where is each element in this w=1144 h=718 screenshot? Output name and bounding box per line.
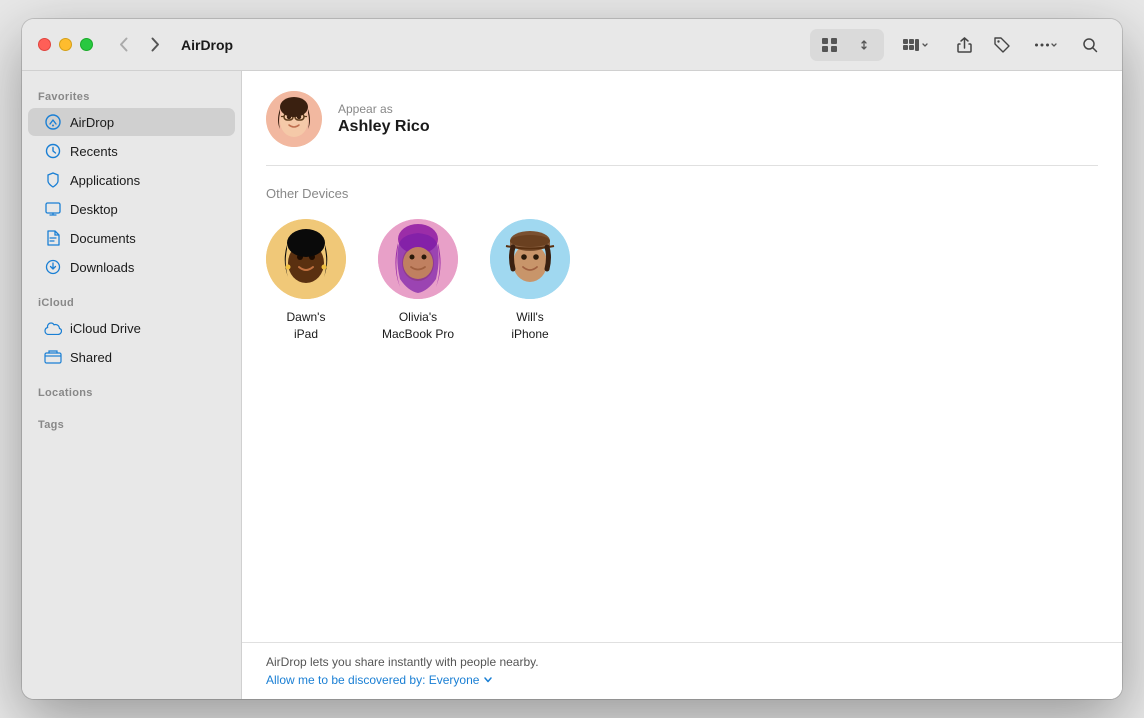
sidebar-item-airdrop-label: AirDrop	[70, 115, 114, 130]
footer-text: AirDrop lets you share instantly with pe…	[266, 655, 1098, 669]
content-area: Favorites AirDrop	[22, 71, 1122, 699]
sidebar-item-recents-label: Recents	[70, 144, 118, 159]
appear-as-text: Appear as Ashley Rico	[338, 102, 430, 136]
group-by-button[interactable]	[890, 31, 942, 59]
sidebar: Favorites AirDrop	[22, 71, 242, 699]
user-display-name: Ashley Rico	[338, 118, 430, 136]
search-button[interactable]	[1074, 31, 1106, 59]
olivias-macbook-avatar	[378, 219, 458, 299]
sidebar-item-downloads[interactable]: Downloads	[28, 253, 235, 281]
toolbar-actions	[810, 29, 1106, 61]
desktop-icon	[44, 200, 62, 218]
applications-icon	[44, 171, 62, 189]
user-avatar	[266, 91, 322, 147]
sidebar-item-icloud-drive[interactable]: iCloud Drive	[28, 314, 235, 342]
sidebar-item-downloads-label: Downloads	[70, 260, 134, 275]
airdrop-icon	[44, 113, 62, 131]
wills-iphone-avatar	[490, 219, 570, 299]
sidebar-section-icloud: iCloud	[22, 289, 241, 313]
olivias-macbook-name: Olivia'sMacBook Pro	[382, 309, 454, 343]
maximize-button[interactable]	[80, 38, 93, 51]
device-item-olivias-macbook[interactable]: Olivia'sMacBook Pro	[378, 219, 458, 343]
dawns-ipad-name: Dawn'siPad	[287, 309, 326, 343]
other-devices-label: Other Devices	[266, 186, 1098, 201]
sidebar-item-shared[interactable]: Shared	[28, 343, 235, 371]
documents-icon	[44, 229, 62, 247]
sidebar-section-tags: Tags	[22, 411, 241, 435]
sidebar-section-locations: Locations	[22, 379, 241, 403]
sidebar-item-shared-label: Shared	[70, 350, 112, 365]
recents-icon	[44, 142, 62, 160]
devices-grid: Dawn'siPad	[266, 219, 1098, 343]
device-item-dawns-ipad[interactable]: Dawn'siPad	[266, 219, 346, 343]
view-toggle-group	[810, 29, 884, 61]
window-title: AirDrop	[181, 37, 233, 53]
sidebar-section-favorites: Favorites	[22, 83, 241, 107]
downloads-icon	[44, 258, 62, 276]
sidebar-item-documents[interactable]: Documents	[28, 224, 235, 252]
dawns-ipad-avatar	[266, 219, 346, 299]
chevron-down-icon	[483, 676, 493, 684]
shared-icon	[44, 348, 62, 366]
icon-view-button[interactable]	[814, 31, 846, 59]
view-options-chevron[interactable]	[848, 31, 880, 59]
sidebar-item-applications-label: Applications	[70, 173, 140, 188]
sidebar-item-applications[interactable]: Applications	[28, 166, 235, 194]
forward-button[interactable]	[141, 31, 169, 59]
nav-buttons	[109, 31, 169, 59]
traffic-lights	[38, 38, 93, 51]
close-button[interactable]	[38, 38, 51, 51]
sidebar-item-recents[interactable]: Recents	[28, 137, 235, 165]
back-button[interactable]	[109, 31, 137, 59]
tags-button[interactable]	[986, 31, 1018, 59]
sidebar-item-desktop[interactable]: Desktop	[28, 195, 235, 223]
discovery-link[interactable]: Allow me to be discovered by: Everyone	[266, 673, 1098, 687]
appear-as-label: Appear as	[338, 102, 430, 116]
sidebar-item-desktop-label: Desktop	[70, 202, 118, 217]
appear-as-section: Appear as Ashley Rico	[266, 91, 1098, 166]
titlebar: AirDrop	[22, 19, 1122, 71]
main-panel: Appear as Ashley Rico Other Devices	[242, 71, 1122, 699]
minimize-button[interactable]	[59, 38, 72, 51]
device-item-wills-iphone[interactable]: Will'siPhone	[490, 219, 570, 343]
sidebar-item-documents-label: Documents	[70, 231, 136, 246]
share-button[interactable]	[948, 31, 980, 59]
sidebar-item-airdrop[interactable]: AirDrop	[28, 108, 235, 136]
finder-window: AirDrop	[22, 19, 1122, 699]
wills-iphone-name: Will'siPhone	[511, 309, 548, 343]
icloud-drive-icon	[44, 319, 62, 337]
main-content: Appear as Ashley Rico Other Devices	[242, 71, 1122, 642]
more-options-button[interactable]	[1024, 31, 1068, 59]
sidebar-item-icloud-drive-label: iCloud Drive	[70, 321, 141, 336]
bottom-bar: AirDrop lets you share instantly with pe…	[242, 642, 1122, 699]
